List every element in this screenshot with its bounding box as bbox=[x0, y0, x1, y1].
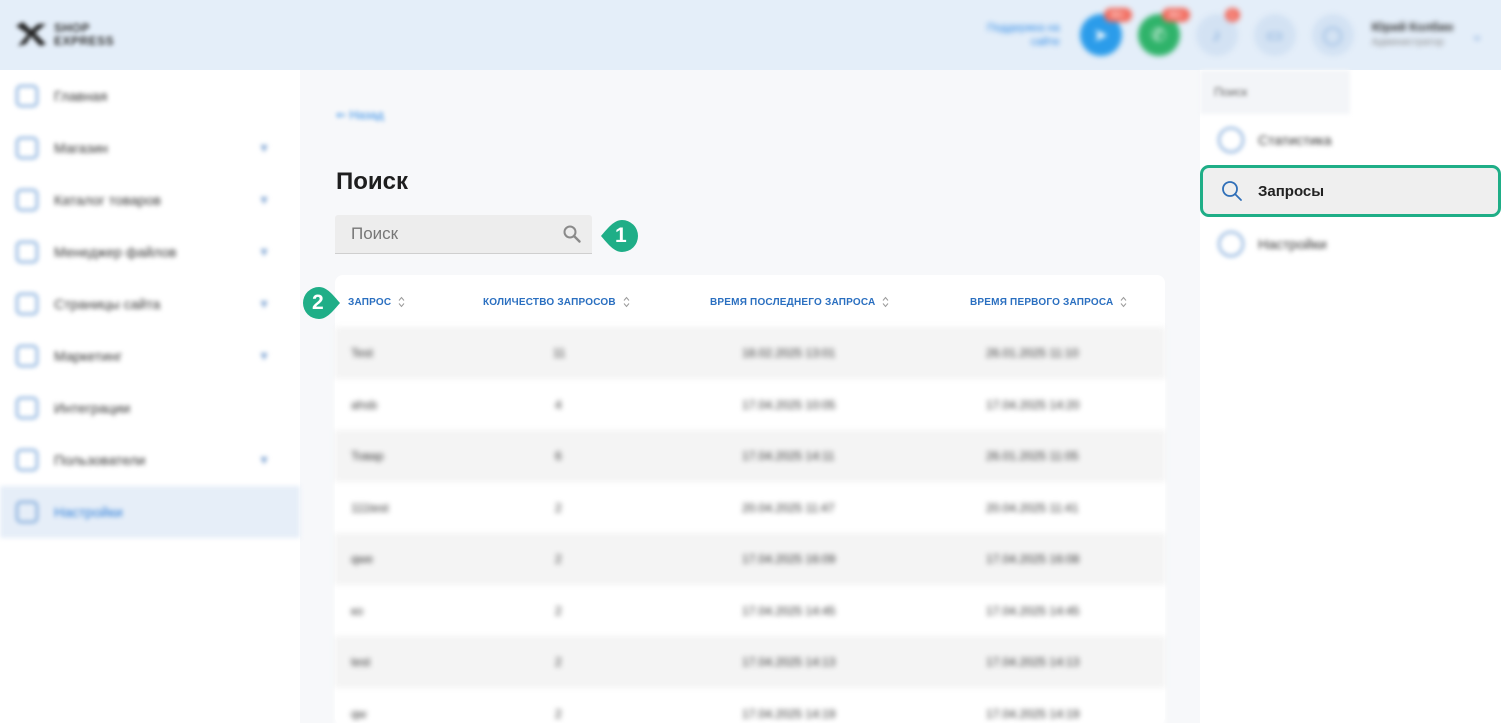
search-icon[interactable] bbox=[562, 224, 582, 244]
column-header-first-time[interactable]: ВРЕМЯ ПЕРВОГО ЗАПРОСА bbox=[970, 296, 1127, 308]
submenu-header: Поиск bbox=[1200, 70, 1350, 114]
page-title: Поиск bbox=[336, 168, 409, 195]
integrations-icon bbox=[16, 397, 38, 419]
column-header-query[interactable]: ЗАПРОС bbox=[348, 296, 405, 308]
sort-icon bbox=[623, 296, 630, 308]
whatsapp-icon: ✆ bbox=[1151, 24, 1167, 45]
column-header-last-time[interactable]: ВРЕМЯ ПОСЛЕДНЕГО ЗАПРОСА bbox=[710, 296, 889, 308]
search-input[interactable] bbox=[335, 224, 550, 244]
table-body: Test 11 18.02.2025 13:01 26.01.2025 11:1… bbox=[335, 327, 1165, 723]
table-row[interactable]: Товар 6 17.04.2025 14:11 26.01.2025 11:0… bbox=[335, 430, 1165, 482]
breadcrumb[interactable]: ⇐ Назад bbox=[336, 108, 384, 122]
notifications-button[interactable]: ♪ 1 bbox=[1195, 8, 1240, 56]
table-header: ЗАПРОС КОЛИЧЕСТВО ЗАПРОСОВ ВРЕМЯ ПОСЛЕДН… bbox=[335, 275, 1165, 327]
table-row[interactable]: qwe 2 17.04.2025 16:09 17.04.2025 16:08 bbox=[335, 533, 1165, 585]
callout-marker-1: 1 bbox=[600, 219, 640, 253]
submenu-item-statistics[interactable]: Статистика bbox=[1200, 114, 1501, 166]
table-row[interactable]: test 2 17.04.2025 14:13 17.04.2025 14:13 bbox=[335, 636, 1165, 688]
chevron-down-icon: ▼ bbox=[258, 141, 270, 155]
sidebar-item-settings[interactable]: Настройки bbox=[0, 486, 300, 538]
column-header-count[interactable]: КОЛИЧЕСТВО ЗАПРОСОВ bbox=[483, 296, 630, 308]
telegram-button[interactable]: ➤ 99+ bbox=[1079, 8, 1132, 56]
logo-text-line2: EXPRESS bbox=[54, 34, 115, 48]
table-row[interactable]: 111test 2 20.04.2025 11:47 20.04.2025 11… bbox=[335, 481, 1165, 533]
chevron-down-icon: ▼ bbox=[258, 453, 270, 467]
sidebar-item-site-pages[interactable]: Страницы сайта ▼ bbox=[0, 278, 300, 330]
sidebar-item-catalog[interactable]: Каталог товаров ▼ bbox=[0, 174, 300, 226]
shop-express-logo[interactable]: SHOP EXPRESS bbox=[14, 18, 132, 54]
sidebar-item-home[interactable]: Главная bbox=[0, 70, 300, 122]
cart-icon bbox=[16, 137, 38, 159]
sort-icon bbox=[883, 296, 889, 308]
user-role: Администратор bbox=[1371, 37, 1444, 48]
logo-icon bbox=[16, 22, 46, 46]
sidebar-item-marketing[interactable]: Маркетинг ▼ bbox=[0, 330, 300, 382]
bell-icon: ♪ bbox=[1212, 24, 1222, 45]
breadcrumb-link[interactable]: Назад bbox=[349, 108, 383, 122]
sidebar-item-users[interactable]: Пользователи ▼ bbox=[0, 434, 300, 486]
sort-icon bbox=[1121, 296, 1127, 308]
avatar[interactable]: ◯ bbox=[1311, 14, 1354, 56]
search-icon bbox=[1222, 181, 1242, 201]
submenu-item-settings[interactable]: Настройки bbox=[1200, 218, 1501, 270]
chevron-down-icon[interactable]: ⌄ bbox=[1471, 27, 1483, 44]
sort-icon bbox=[398, 296, 405, 308]
top-header: SHOP EXPRESS Поддержка на сайте ➤ 99+ ✆ … bbox=[0, 0, 1501, 70]
chevron-down-icon: ▼ bbox=[258, 193, 270, 207]
main-content: ⇐ Назад Поиск 1 ЗАПРОС КОЛИЧЕСТВО ЗАПРОС… bbox=[300, 70, 1200, 723]
search-box bbox=[335, 215, 592, 254]
chevron-down-icon: ▼ bbox=[258, 297, 270, 311]
sidebar-item-integrations[interactable]: Интеграции bbox=[0, 382, 300, 434]
user-icon: ◯ bbox=[1322, 24, 1343, 45]
chevron-down-icon: ▼ bbox=[258, 245, 270, 259]
gear-icon bbox=[16, 501, 38, 523]
users-icon bbox=[16, 449, 38, 471]
support-link[interactable]: Поддержка на сайте bbox=[942, 21, 1060, 49]
marketing-icon bbox=[16, 345, 38, 367]
folder-icon bbox=[16, 241, 38, 263]
back-arrow-icon: ⇐ bbox=[336, 108, 347, 122]
notifications-badge: 1 bbox=[1224, 8, 1240, 22]
chat-button[interactable]: ▭ bbox=[1253, 14, 1296, 56]
submenu-item-queries[interactable]: Запросы bbox=[1200, 165, 1501, 217]
table-row[interactable]: ко 2 17.04.2025 14:45 17.04.2025 14:45 bbox=[335, 584, 1165, 636]
user-info[interactable]: Юрий Колбин Администратор bbox=[1372, 19, 1454, 51]
sidebar-item-shop[interactable]: Магазин ▼ bbox=[0, 122, 300, 174]
queries-table: ЗАПРОС КОЛИЧЕСТВО ЗАПРОСОВ ВРЕМЯ ПОСЛЕДН… bbox=[335, 275, 1165, 723]
table-row[interactable]: qw 2 17.04.2025 14:19 17.04.2025 14:19 bbox=[335, 687, 1165, 723]
header-actions: Поддержка на сайте ➤ 99+ ✆ 99+ ♪ 1 ▭ ◯ Ю… bbox=[942, 8, 1483, 62]
table-row[interactable]: ahsb 4 17.04.2025 10:05 17.04.2025 14:20 bbox=[335, 378, 1165, 430]
telegram-icon: ➤ bbox=[1093, 24, 1109, 45]
search-submenu: Поиск Статистика Запросы Настройки bbox=[1200, 70, 1501, 723]
sidebar: Главная Магазин ▼ Каталог товаров ▼ Мене… bbox=[0, 70, 300, 723]
sidebar-item-file-manager[interactable]: Менеджер файлов ▼ bbox=[0, 226, 300, 278]
chat-icon: ▭ bbox=[1266, 24, 1284, 45]
whatsapp-badge: 99+ bbox=[1162, 8, 1190, 22]
callout-marker-2: 2 bbox=[302, 286, 342, 320]
telegram-badge: 99+ bbox=[1104, 8, 1132, 22]
user-name: Юрий Колбин bbox=[1371, 20, 1454, 34]
chart-icon bbox=[1218, 127, 1244, 153]
catalog-icon bbox=[16, 189, 38, 211]
table-row[interactable]: Test 11 18.02.2025 13:01 26.01.2025 11:1… bbox=[335, 327, 1165, 379]
chevron-down-icon: ▼ bbox=[258, 349, 270, 363]
whatsapp-button[interactable]: ✆ 99+ bbox=[1137, 8, 1190, 56]
pages-icon bbox=[16, 293, 38, 315]
home-icon bbox=[16, 85, 38, 107]
gear-icon bbox=[1218, 231, 1244, 257]
